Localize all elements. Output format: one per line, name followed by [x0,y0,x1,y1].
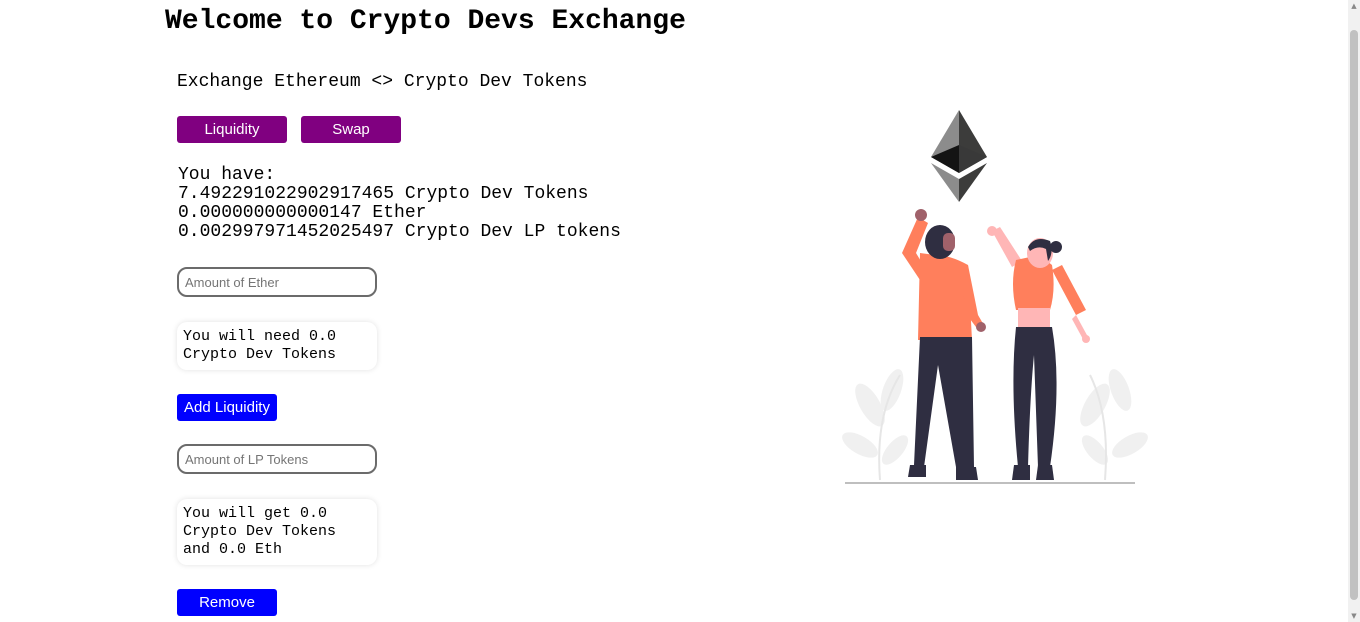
page-title: Welcome to Crypto Devs Exchange [165,6,686,37]
tokens-received-info: You will get 0.0 Crypto Dev Tokens and 0… [177,499,377,565]
remove-liquidity-button[interactable]: Remove [177,589,277,616]
scroll-down-arrow-icon[interactable]: ▼ [1348,610,1360,622]
ether-amount-input[interactable] [177,267,377,297]
lp-tokens-amount-input[interactable] [177,444,377,474]
page-subtitle: Exchange Ethereum <> Crypto Dev Tokens [177,72,588,92]
people-celebrating-ethereum-illustration [840,105,1150,490]
tokens-needed-info: You will need 0.0 Crypto Dev Tokens [177,322,377,370]
scroll-up-arrow-icon[interactable]: ▲ [1348,0,1360,12]
balance-cd-tokens: 7.492291022902917465 Crypto Dev Tokens [178,184,589,204]
scrollbar-thumb[interactable] [1350,30,1358,600]
add-liquidity-button[interactable]: Add Liquidity [177,394,277,421]
vertical-scrollbar[interactable]: ▲ ▼ [1348,0,1360,622]
ethereum-logo-icon [931,110,987,202]
balances-heading: You have: [178,165,276,185]
tab-liquidity-button[interactable]: Liquidity [177,116,287,143]
balance-lp-tokens: 0.002997971452025497 Crypto Dev LP token… [178,222,621,242]
tab-swap-button[interactable]: Swap [301,116,401,143]
balance-ether: 0.000000000000147 Ether [178,203,427,223]
balances-panel: You have: 7.492291022902917465 Crypto Dev… [178,166,621,242]
